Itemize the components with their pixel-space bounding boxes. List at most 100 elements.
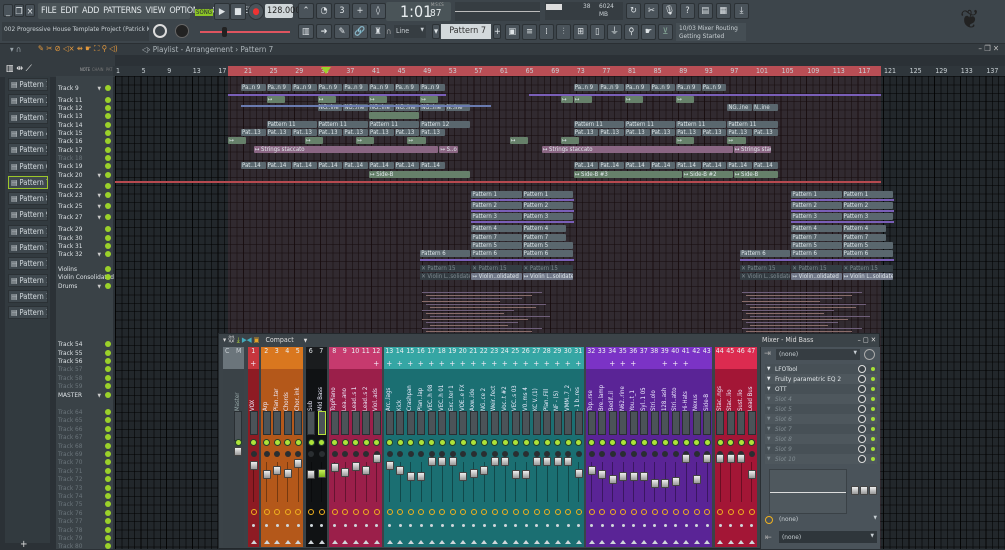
tempo-tap-icon[interactable]: ⚲	[624, 24, 639, 40]
mixer-strip-15[interactable]: 15 + Crashpan	[405, 347, 416, 547]
time-display[interactable]: 1:01 87 M:S:CS	[386, 2, 451, 21]
strip-fader[interactable]	[650, 479, 659, 488]
strip-pan-knob[interactable]	[588, 451, 595, 457]
strip-enable-led[interactable]	[387, 440, 392, 445]
strip-enable-led[interactable]	[264, 440, 269, 445]
strip-enable-led[interactable]	[576, 440, 581, 445]
playlist-clip[interactable]: ↦ Side-B	[369, 171, 471, 178]
strip-fader[interactable]	[417, 472, 425, 482]
menu-file[interactable]: FILE	[41, 6, 57, 16]
playlist-clip[interactable]: Pa..n 9	[241, 84, 266, 91]
playlist-clip[interactable]: Pattern 7	[842, 233, 887, 241]
strip-send-icon[interactable]	[599, 509, 605, 515]
playlist-clip[interactable]: ↦	[317, 95, 336, 103]
playlist-clip[interactable]: ✕ Violin L..solidated	[420, 273, 471, 280]
strip-fader[interactable]	[501, 457, 509, 467]
mixer-strip-39[interactable]: 39 +128..ash	[659, 347, 670, 547]
slot-mix-knob[interactable]	[858, 435, 866, 443]
mixer-strip-1[interactable]: 1 + VOX	[248, 347, 259, 547]
track-header[interactable]: Track 14	[58, 121, 113, 129]
track-header[interactable]: MASTER ▼	[58, 391, 113, 399]
slot-mix-knob[interactable]	[858, 455, 866, 463]
playlist-clip[interactable]: Pattern 11	[369, 120, 420, 128]
strip-fader[interactable]	[671, 476, 680, 486]
playlist-clip[interactable]: ↦	[420, 95, 439, 103]
mixer-strip-33[interactable]: 33 Bre..lamp	[596, 347, 607, 547]
download-icon[interactable]: ⤓	[734, 3, 749, 19]
playlist-clip[interactable]: Pattern 1	[791, 191, 842, 198]
playlist-clip[interactable]: ✕ Pattern 15	[791, 265, 842, 272]
record-button[interactable]: ●	[248, 3, 264, 20]
track-enable-led[interactable]	[105, 155, 111, 161]
playlist-clip[interactable]: Pat..14	[727, 162, 752, 169]
strip-fader[interactable]	[716, 454, 724, 464]
mixer-strip-30[interactable]: 30 + VMM..7_2	[562, 347, 573, 547]
slot-menu-icon[interactable]: ▼	[767, 434, 770, 444]
browser-icon[interactable]: ⊞	[573, 24, 588, 40]
strip-pan-knob[interactable]	[418, 451, 424, 457]
piano-roll-window-icon[interactable]: ≡	[522, 24, 537, 40]
strip-fader[interactable]	[490, 457, 499, 467]
track-header[interactable]: Track 79	[58, 534, 113, 542]
strip-pan-knob[interactable]	[672, 451, 679, 457]
strip-enable-led[interactable]	[397, 440, 403, 445]
strip-pan-knob[interactable]	[295, 451, 301, 457]
strip-fader[interactable]	[372, 454, 381, 464]
add-pattern-button[interactable]: +	[493, 24, 501, 39]
strip-pan-knob[interactable]	[470, 451, 477, 457]
strip-send-icon[interactable]	[630, 509, 637, 515]
track-enable-led[interactable]	[105, 130, 111, 136]
playlist-clip[interactable]: Pa..n 9	[701, 84, 727, 91]
track-header[interactable]: Track 57	[58, 365, 113, 373]
strip-fader[interactable]	[283, 469, 292, 479]
track-enable-led[interactable]	[105, 146, 111, 153]
strip-enable-led[interactable]	[599, 440, 605, 445]
mixer-strip-8[interactable]: 8 TopPiano	[329, 347, 340, 547]
playlist-clip[interactable]: Pattern 2	[842, 202, 893, 209]
sidechain-select[interactable]: (none) ▼	[779, 515, 877, 525]
strip-enable-led[interactable]	[641, 440, 647, 445]
playlist-clip[interactable]: ↦	[573, 95, 592, 103]
strip-pan-knob[interactable]	[428, 451, 435, 457]
track-enable-led[interactable]	[105, 163, 111, 169]
track-enable-led[interactable]	[105, 375, 111, 381]
playlist-clip[interactable]: ↦	[625, 95, 644, 103]
mixer-strip-42[interactable]: 42 Nexus	[691, 347, 702, 547]
playlist-clip[interactable]: Pa..n 9	[317, 84, 343, 91]
channel-rack-icon[interactable]: ⁞	[539, 24, 554, 40]
playlist-clip[interactable]: ↦	[266, 95, 285, 103]
track-enable-led[interactable]	[105, 121, 111, 128]
strip-pan-knob[interactable]	[620, 451, 626, 457]
strip-route-icon[interactable]	[599, 540, 605, 544]
mixer-strip-18[interactable]: 18 + VEC..h 01	[436, 347, 447, 547]
track-tab-pat[interactable]: PAT	[106, 67, 112, 72]
picker-piano-icon[interactable]: ▥ ⇹ ⟋	[6, 64, 32, 74]
playlist-clip[interactable]: ↦	[561, 95, 573, 103]
pattern-item[interactable]: ▤ Pattern 11	[8, 241, 48, 254]
effect-slot[interactable]: ▼ Slot 9	[765, 444, 877, 454]
mixer-strip-9[interactable]: 9 Lea..ano	[339, 347, 350, 547]
mixer-strip-6[interactable]: 6 Sub	[305, 347, 316, 547]
help-icon[interactable]: ?	[680, 3, 695, 19]
playlist-clip[interactable]: ↦ Violin..olidated	[471, 273, 522, 280]
strip-send-icon[interactable]	[502, 509, 508, 515]
track-enable-led[interactable]	[105, 543, 111, 550]
track-header[interactable]: Track 27 ▼	[58, 213, 113, 221]
playlist-clip[interactable]: Pat..13	[266, 129, 292, 136]
playlist-clip[interactable]: N..ine	[753, 104, 778, 111]
track-enable-led[interactable]	[105, 138, 111, 144]
eq-low-fader[interactable]	[851, 486, 859, 495]
strip-enable-led[interactable]	[274, 440, 280, 445]
strip-route-icon[interactable]	[565, 540, 571, 544]
playlist-clip[interactable]: Pa..n 9	[650, 84, 676, 91]
strip-send-icon[interactable]	[704, 509, 710, 515]
strip-send-icon[interactable]	[318, 509, 325, 515]
track-enable-led[interactable]	[105, 183, 111, 189]
strip-route-icon[interactable]	[717, 540, 723, 544]
mixer-strip-43[interactable]: 43 Side-B	[701, 347, 712, 547]
strip-fader[interactable]	[396, 466, 404, 476]
strip-send-icon[interactable]	[672, 509, 679, 515]
slot-mix-knob[interactable]	[858, 375, 866, 383]
track-enable-led[interactable]	[105, 434, 111, 441]
playlist-clip[interactable]: ↦ Violin L..solidated	[522, 273, 573, 280]
